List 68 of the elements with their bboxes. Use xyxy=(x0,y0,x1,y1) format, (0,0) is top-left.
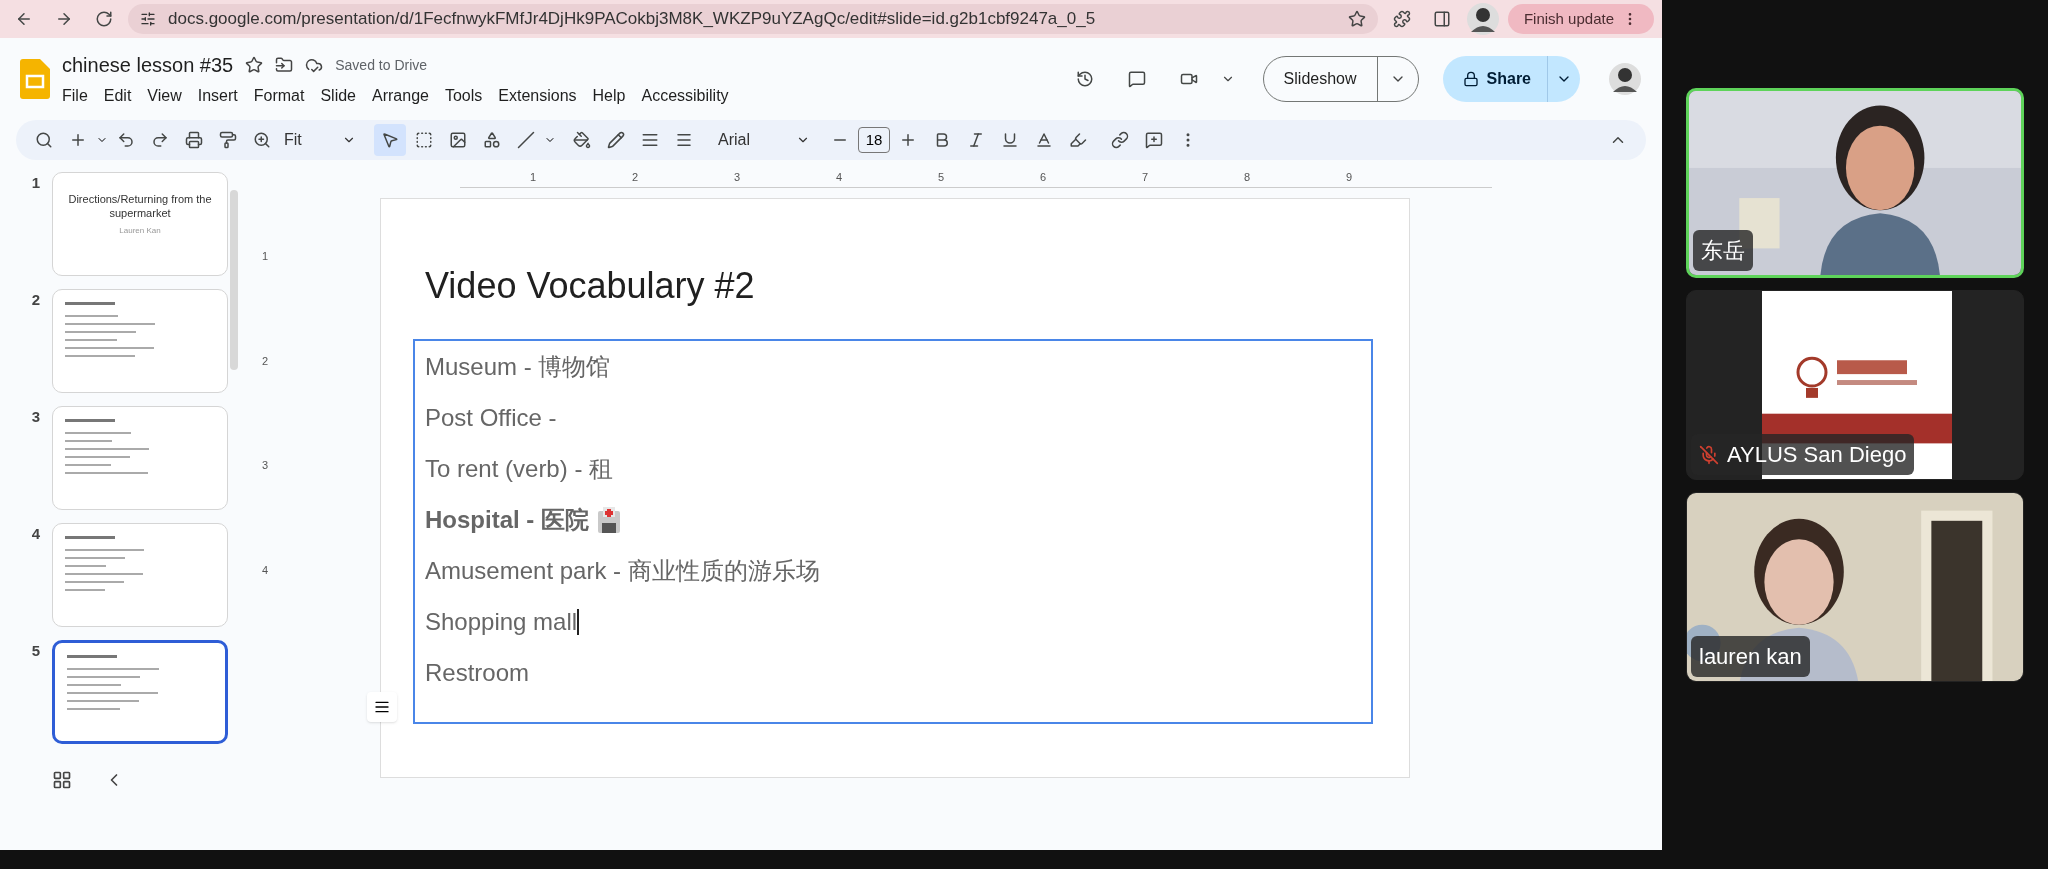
menu-item[interactable]: Accessibility xyxy=(641,84,729,108)
text-cursor xyxy=(577,609,580,635)
address-bar[interactable]: docs.google.com/presentation/d/1FecfnwykFMfJr4DjHk9PACokbj3M8K_WKZP9uYZAgQc/edit#slide=id.g2b1cbf9247a_0_5 xyxy=(128,4,1378,34)
ruler-number: 6 xyxy=(1040,170,1048,186)
line-spacing-icon xyxy=(374,699,390,715)
slide-number: 2 xyxy=(30,290,40,310)
participant-name: AYLUS San Diego xyxy=(1727,441,1907,469)
slide-thumbnail[interactable] xyxy=(52,640,228,744)
thumbnail-title: Directions/Returning from the supermarket xyxy=(67,193,213,221)
line-spacing-button[interactable] xyxy=(367,692,397,722)
vocabulary-line: Restroom xyxy=(425,658,530,688)
menu-item[interactable]: Arrange xyxy=(372,84,429,108)
vocabulary-line: Post Office - xyxy=(425,403,557,433)
slide-title[interactable]: Video Vocabulary #2 xyxy=(425,259,1409,313)
menu-item[interactable]: Insert xyxy=(197,84,238,108)
slide-number: 4 xyxy=(30,524,40,544)
vocabulary-line: To rent (verb) - 租 xyxy=(425,454,614,484)
menu-item[interactable]: Format xyxy=(253,84,305,108)
menu-item[interactable]: File xyxy=(62,84,88,108)
ruler-number: 2 xyxy=(632,170,640,186)
avatar-icon[interactable] xyxy=(1465,2,1500,36)
scrollbar[interactable] xyxy=(230,190,238,370)
ruler-number: 1 xyxy=(261,249,269,264)
save-status: Saved to Drive xyxy=(335,55,428,75)
ruler-number: 5 xyxy=(938,170,946,186)
ruler-number: 3 xyxy=(261,458,269,473)
thumbnail-subtitle: Lauren Kan xyxy=(119,224,161,237)
avatar-icon[interactable] xyxy=(1608,62,1642,96)
vocabulary-line: Shopping mall xyxy=(425,607,578,637)
move-folder-icon xyxy=(275,56,294,74)
ruler-number: 7 xyxy=(1142,170,1150,186)
ruler-number: 2 xyxy=(261,353,269,369)
slide-thumbnail[interactable]: Directions/Returning from the supermarket Lauren Kan xyxy=(52,172,228,276)
menu-item[interactable]: Edit xyxy=(103,84,132,108)
finish-update-button[interactable]: Finish update xyxy=(1507,4,1654,34)
vocabulary-line: Amusement park - 商业性质的游乐场 xyxy=(425,556,820,586)
zoom-select[interactable]: Fit xyxy=(280,128,360,152)
font-select[interactable]: Arial xyxy=(714,128,814,152)
star-icon xyxy=(1347,10,1366,28)
menu-item[interactable]: Tools xyxy=(444,84,483,108)
ruler-number: 4 xyxy=(261,562,269,578)
menu-item[interactable]: Extensions xyxy=(498,84,577,108)
ruler-number: 9 xyxy=(1346,170,1354,186)
ruler-number: 3 xyxy=(734,170,742,186)
select-icon[interactable] xyxy=(374,124,406,156)
slide-number: 1 xyxy=(30,173,40,193)
hospital-icon xyxy=(597,507,621,533)
font-size-field[interactable]: 18 xyxy=(858,127,890,153)
participant-name: lauren kan xyxy=(1699,643,1802,671)
slide-number: 3 xyxy=(30,407,40,427)
site-info-icon xyxy=(140,11,156,27)
grid-view-icon xyxy=(52,770,72,790)
ruler-number: 1 xyxy=(530,170,538,186)
menu-item[interactable]: View xyxy=(147,84,182,108)
share-button[interactable]: Share xyxy=(1442,56,1580,102)
vocabulary-line: Museum - 博物馆 xyxy=(425,352,611,382)
menu-item[interactable]: Slide xyxy=(320,84,356,108)
participant-name: 东岳 xyxy=(1701,237,1745,265)
document-title[interactable]: chinese lesson #35 xyxy=(62,50,234,80)
url-text: docs.google.com/presentation/d/1FecfnwykFMfJr4DjHk9PACokbj3M8K_WKZP9uYZAgQc/edit#slide=id.g2b1cbf9247a_0_5 xyxy=(168,8,1097,31)
lock-icon xyxy=(1462,71,1479,87)
cloud-check-icon xyxy=(305,56,324,74)
slide-number: 5 xyxy=(30,641,40,661)
ruler-number: 8 xyxy=(1244,170,1252,186)
ruler-number: 4 xyxy=(836,170,844,186)
star-icon xyxy=(245,56,264,74)
vocabulary-line: Hospital - 医院 xyxy=(425,505,589,535)
menu-item[interactable]: Help xyxy=(592,84,626,108)
